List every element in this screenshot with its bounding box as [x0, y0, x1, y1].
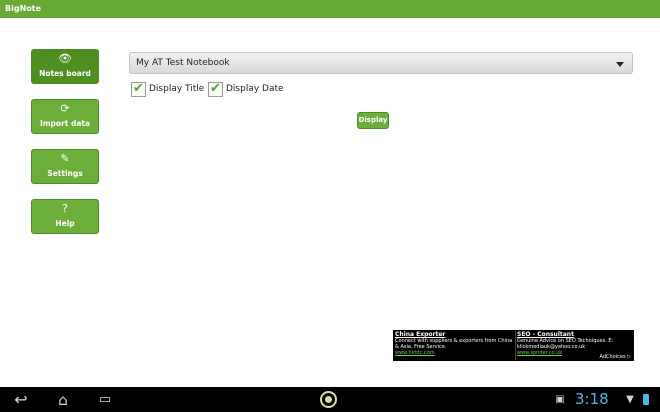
- nav-notes-board-button[interactable]: 👁 Notes board: [31, 49, 99, 84]
- nav-help-button[interactable]: ? Help: [31, 199, 99, 234]
- ad-right-title[interactable]: SEO - Consultant: [517, 331, 633, 338]
- display-date-label: Display Date: [226, 83, 284, 94]
- ad-left-text: Connect with suppliers & exporters from …: [395, 338, 513, 350]
- nav-help-label: Help: [55, 219, 75, 228]
- checkmark-icon: ✔: [210, 80, 221, 96]
- notebook-select-value: My AT Test Notebook: [136, 58, 230, 68]
- launcher-icon[interactable]: [320, 391, 337, 408]
- adchoices-link[interactable]: AdChoices ▷: [600, 354, 631, 360]
- notification-icon[interactable]: ▣: [553, 387, 567, 412]
- ad-left-title[interactable]: China Exporter: [395, 331, 513, 338]
- battery-icon: [641, 387, 651, 412]
- wifi-icon: ▼: [626, 394, 634, 405]
- ad-right-text: Genuine Advice on SEO Techniques. E: kli…: [517, 338, 614, 350]
- display-button[interactable]: Display: [357, 112, 389, 129]
- ad-left[interactable]: China Exporter Connect with suppliers & …: [395, 331, 513, 360]
- nav-settings-button[interactable]: ✎ Settings: [31, 149, 99, 184]
- ad-left-link[interactable]: www.hktdc.com: [395, 350, 513, 356]
- question-icon: ?: [62, 202, 68, 215]
- display-title-checkbox-row[interactable]: ✔ Display Title: [131, 81, 204, 97]
- wrench-icon: ✎: [60, 152, 70, 165]
- display-date-checkbox[interactable]: ✔: [208, 80, 223, 97]
- display-date-checkbox-row[interactable]: ✔ Display Date: [208, 81, 284, 97]
- home-icon[interactable]: ⌂: [52, 387, 74, 412]
- eye-icon: 👁: [58, 52, 72, 65]
- back-icon[interactable]: ↩: [10, 387, 32, 412]
- title-bar: BigNote: [0, 0, 660, 18]
- checkmark-icon: ✔: [133, 80, 144, 96]
- display-title-label: Display Title: [149, 83, 205, 94]
- system-bar: ↩ ⌂ ▭ ▣ 3:18 ▼: [0, 387, 660, 412]
- ad-banner[interactable]: China Exporter Connect with suppliers & …: [393, 330, 634, 361]
- app-title: BigNote: [5, 4, 42, 13]
- nav-import-data-label: Import data: [39, 119, 91, 128]
- refresh-icon: ⟳: [60, 102, 70, 115]
- nav-notes-board-label: Notes board: [39, 69, 91, 78]
- clock[interactable]: 3:18: [575, 389, 609, 409]
- app-window: BigNote 👁 Notes board ⟳ Import data ✎ Se…: [0, 0, 660, 412]
- display-title-checkbox[interactable]: ✔: [131, 80, 146, 97]
- nav-settings-label: Settings: [47, 169, 83, 178]
- nav-import-data-button[interactable]: ⟳ Import data: [31, 99, 99, 134]
- chevron-down-icon: [616, 62, 624, 67]
- notebook-select[interactable]: My AT Test Notebook: [129, 52, 633, 74]
- recent-apps-icon[interactable]: ▭: [94, 387, 116, 412]
